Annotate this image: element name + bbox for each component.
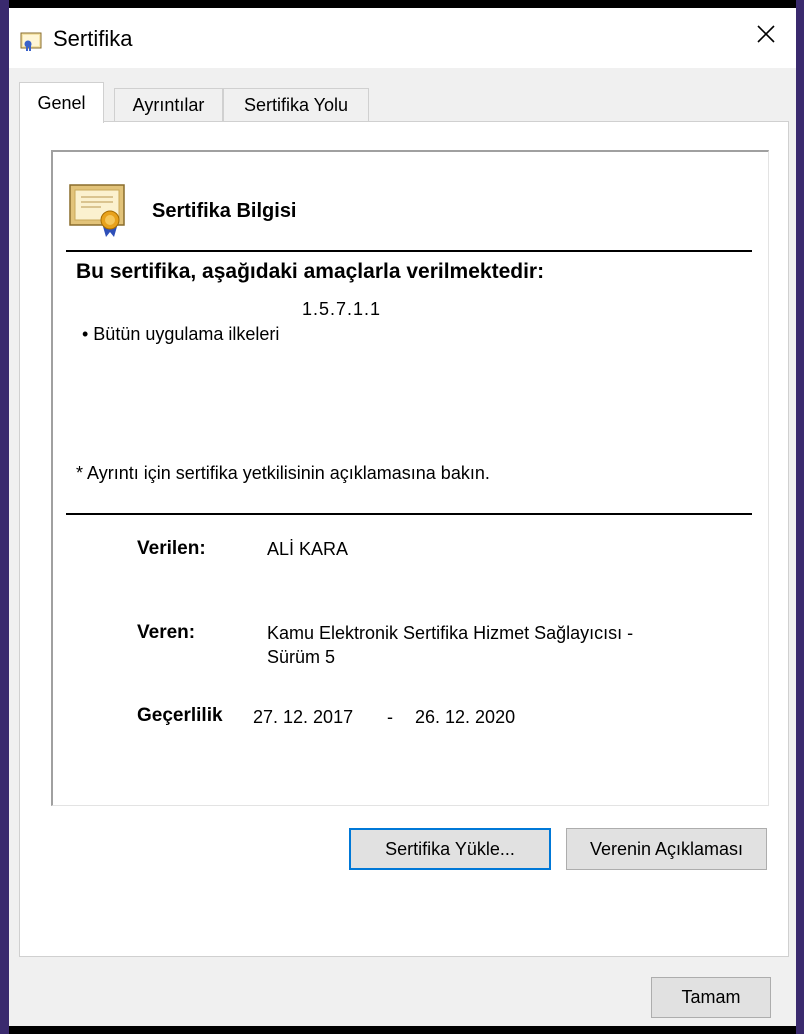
info-title: Sertifika Bilgisi bbox=[152, 200, 297, 222]
certificate-dialog: Sertifika Genel Ayrıntılar Sertifika Yol… bbox=[9, 8, 796, 1026]
tab-sertifika-yolu[interactable]: Sertifika Yolu bbox=[223, 88, 369, 122]
tab-ayrintilar[interactable]: Ayrıntılar bbox=[114, 88, 223, 122]
certificate-info-box: Sertifika Bilgisi Bu sertifika, aşağıdak… bbox=[51, 150, 769, 806]
issued-by-label: Veren: bbox=[137, 622, 196, 643]
separator bbox=[66, 513, 752, 515]
issuer-statement-button[interactable]: Verenin Açıklaması bbox=[566, 828, 767, 870]
issued-by-value: Kamu Elektronik Sertifika Hizmet Sağlayı… bbox=[267, 623, 634, 643]
separator bbox=[66, 250, 752, 252]
install-certificate-button[interactable]: Sertifika Yükle... bbox=[349, 828, 551, 870]
validity-separator: - bbox=[387, 707, 393, 727]
window-title: Sertifika bbox=[53, 26, 133, 51]
oid-value: 1.5.7.1.1 bbox=[302, 299, 382, 319]
title-bar[interactable]: Sertifika bbox=[9, 8, 796, 68]
valid-to: 26. 12. 2020 bbox=[415, 707, 516, 727]
issued-to-value: ALİ KARA bbox=[267, 539, 349, 559]
tab-genel[interactable]: Genel bbox=[19, 82, 104, 123]
issued-by-value-line2: Sürüm 5 bbox=[267, 647, 336, 667]
close-button[interactable] bbox=[736, 8, 796, 64]
issuer-note: * Ayrıntı için sertifika yetkilisinin aç… bbox=[76, 463, 490, 483]
validity-label: Geçerlilik bbox=[137, 705, 223, 726]
close-icon bbox=[756, 24, 776, 49]
valid-from: 27. 12. 2017 bbox=[253, 707, 354, 727]
policy-item: • Bütün uygulama ilkeleri bbox=[82, 324, 280, 344]
purpose-heading: Bu sertifika, aşağıdaki amaçlarla verilm… bbox=[76, 260, 545, 283]
issued-to-label: Verilen: bbox=[137, 538, 206, 559]
window-border-left bbox=[0, 0, 9, 1034]
certificate-icon bbox=[66, 175, 130, 244]
ok-button[interactable]: Tamam bbox=[651, 977, 771, 1018]
window-border-right bbox=[796, 0, 804, 1034]
certificate-icon bbox=[20, 30, 42, 52]
